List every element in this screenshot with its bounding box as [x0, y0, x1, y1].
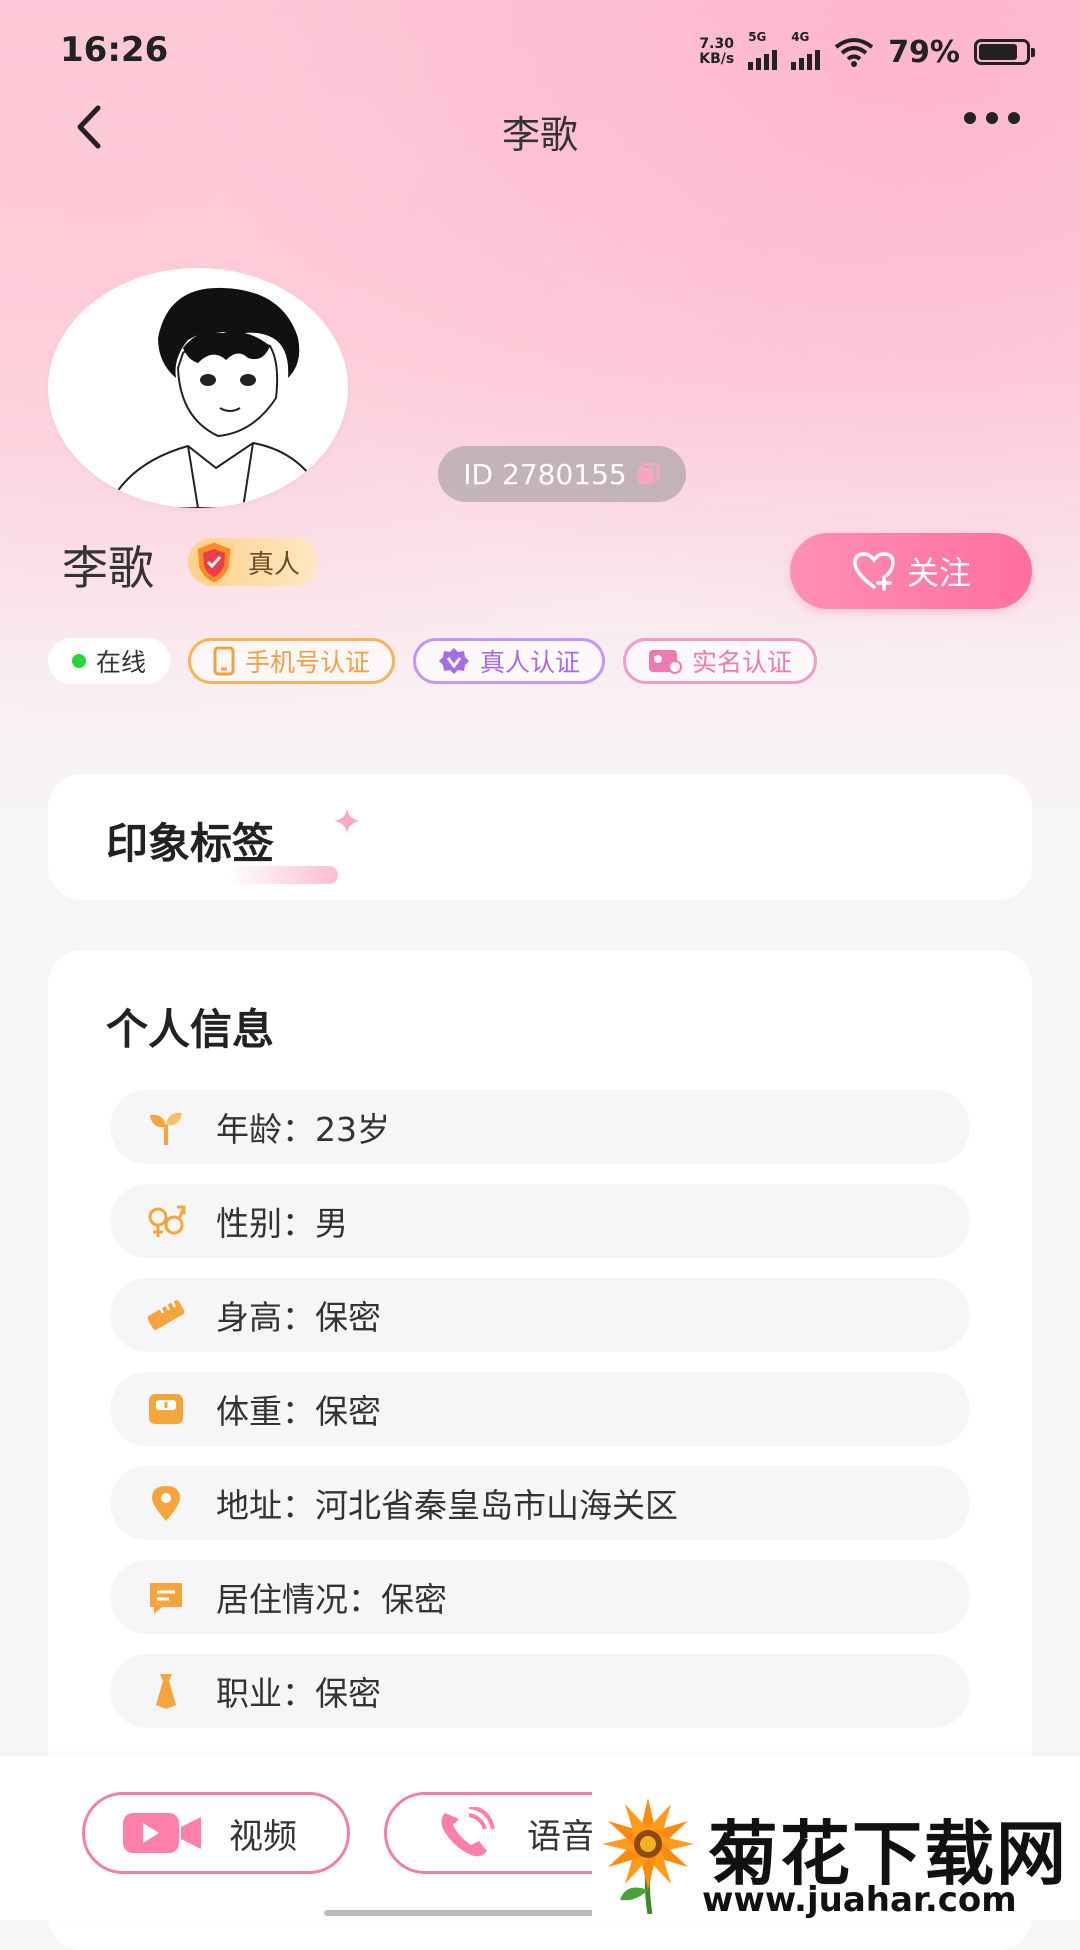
info-row-age: 年龄：23岁: [110, 1090, 970, 1164]
verification-tags: 在线 手机号认证 真人认证 实名认证: [48, 638, 818, 684]
network-speed-unit: KB/s: [699, 51, 735, 67]
info-gender-text: 性别：男: [216, 1204, 348, 1243]
network-speed: 7.30 KB/s: [699, 37, 734, 67]
info-living-text: 居住情况：保密: [216, 1580, 447, 1619]
page-title: 李歌: [501, 113, 578, 157]
ruler-icon: [147, 1300, 185, 1330]
info-row-height: 身高：保密: [110, 1278, 970, 1352]
wifi-icon: [834, 38, 874, 67]
scale-icon: [149, 1394, 183, 1424]
info-address-text: 地址：河北省秦皇岛市山海关区: [216, 1486, 678, 1525]
info-weight-text: 体重：保密: [216, 1392, 381, 1431]
sprout-icon: [150, 1112, 182, 1145]
follow-button[interactable]: 关注: [790, 533, 1032, 609]
battery-percent: 79%: [888, 34, 960, 70]
video-call-label: 视频: [229, 1816, 297, 1857]
network-speed-value: 7.30: [699, 36, 734, 52]
user-id-chip[interactable]: ID 2780155: [438, 446, 686, 502]
impression-tags-card[interactable]: 印象标签: [48, 774, 1032, 900]
phone-verified-label: 手机号认证: [245, 648, 371, 677]
online-dot-icon: [72, 654, 86, 668]
sparkle-icon: [334, 808, 360, 834]
info-row-weight: 体重：保密: [110, 1372, 970, 1446]
verified-v-icon: [439, 648, 470, 674]
avatar-illustration: [106, 287, 330, 508]
avatar[interactable]: [48, 268, 348, 508]
sim2-label: 4G: [791, 30, 810, 44]
video-call-button[interactable]: 视频: [82, 1792, 350, 1874]
status-bar: 16:26 7.30 KB/s 5G 4G 79%: [0, 0, 1080, 100]
real-name-verified-label: 实名认证: [692, 648, 793, 677]
id-card-icon: [649, 650, 683, 674]
tie-icon: [156, 1674, 176, 1709]
sim1-label: 5G: [748, 30, 767, 44]
real-badge-label: 真人: [248, 549, 301, 580]
real-person-verified-label: 真人认证: [480, 648, 581, 677]
copy-icon[interactable]: [635, 461, 661, 487]
info-height-text: 身高：保密: [216, 1298, 381, 1337]
more-options-icon[interactable]: [964, 112, 1020, 124]
phone-icon: [213, 646, 235, 676]
watermark: 菊花下载网 www.juahar.com: [592, 1786, 1080, 1920]
info-rows: 年龄：23岁 性别：男 身高：保密 体重：保密 地址：河北省秦皇岛市山海关区 居…: [110, 1090, 970, 1748]
user-name: 李歌: [62, 541, 154, 595]
info-row-occupation: 职业：保密: [110, 1654, 970, 1728]
heart-plus-icon: [853, 552, 895, 591]
real-person-badge: 真人: [188, 538, 319, 586]
impression-tags-title: 印象标签: [106, 819, 275, 868]
online-status-tag: 在线: [48, 638, 171, 684]
personal-info-title: 个人信息: [106, 1005, 275, 1054]
battery-icon: [974, 39, 1035, 65]
signal-4g-icon: 4G: [791, 30, 821, 70]
voice-call-label: 语音: [527, 1816, 595, 1857]
follow-label: 关注: [906, 554, 971, 592]
watermark-url: www.juahar.com: [702, 1880, 1017, 1920]
phone-call-icon: [441, 1807, 495, 1857]
info-row-living: 居住情况：保密: [110, 1560, 970, 1634]
info-occupation-text: 职业：保密: [216, 1674, 381, 1713]
signal-5g-icon: 5G: [748, 30, 778, 70]
shield-icon: [194, 539, 234, 586]
location-icon: [152, 1486, 180, 1521]
info-row-gender: 性别：男: [110, 1184, 970, 1258]
home-note-icon: [150, 1583, 182, 1614]
video-camera-icon: [123, 1813, 201, 1853]
phone-verified-tag[interactable]: 手机号认证: [188, 638, 396, 684]
real-name-verified-tag[interactable]: 实名认证: [623, 638, 818, 684]
user-id-text: ID 2780155: [463, 457, 627, 491]
status-time: 16:26: [60, 30, 169, 70]
status-icons: 7.30 KB/s 5G 4G 79%: [699, 30, 1035, 70]
home-indicator[interactable]: [324, 1910, 624, 1916]
real-person-verified-tag[interactable]: 真人认证: [413, 638, 606, 684]
info-age-text: 年龄：23岁: [216, 1110, 390, 1149]
chrysanthemum-logo: [602, 1798, 694, 1914]
online-label: 在线: [96, 648, 147, 677]
gender-icon: [148, 1205, 186, 1237]
info-row-address: 地址：河北省秦皇岛市山海关区: [110, 1466, 970, 1540]
